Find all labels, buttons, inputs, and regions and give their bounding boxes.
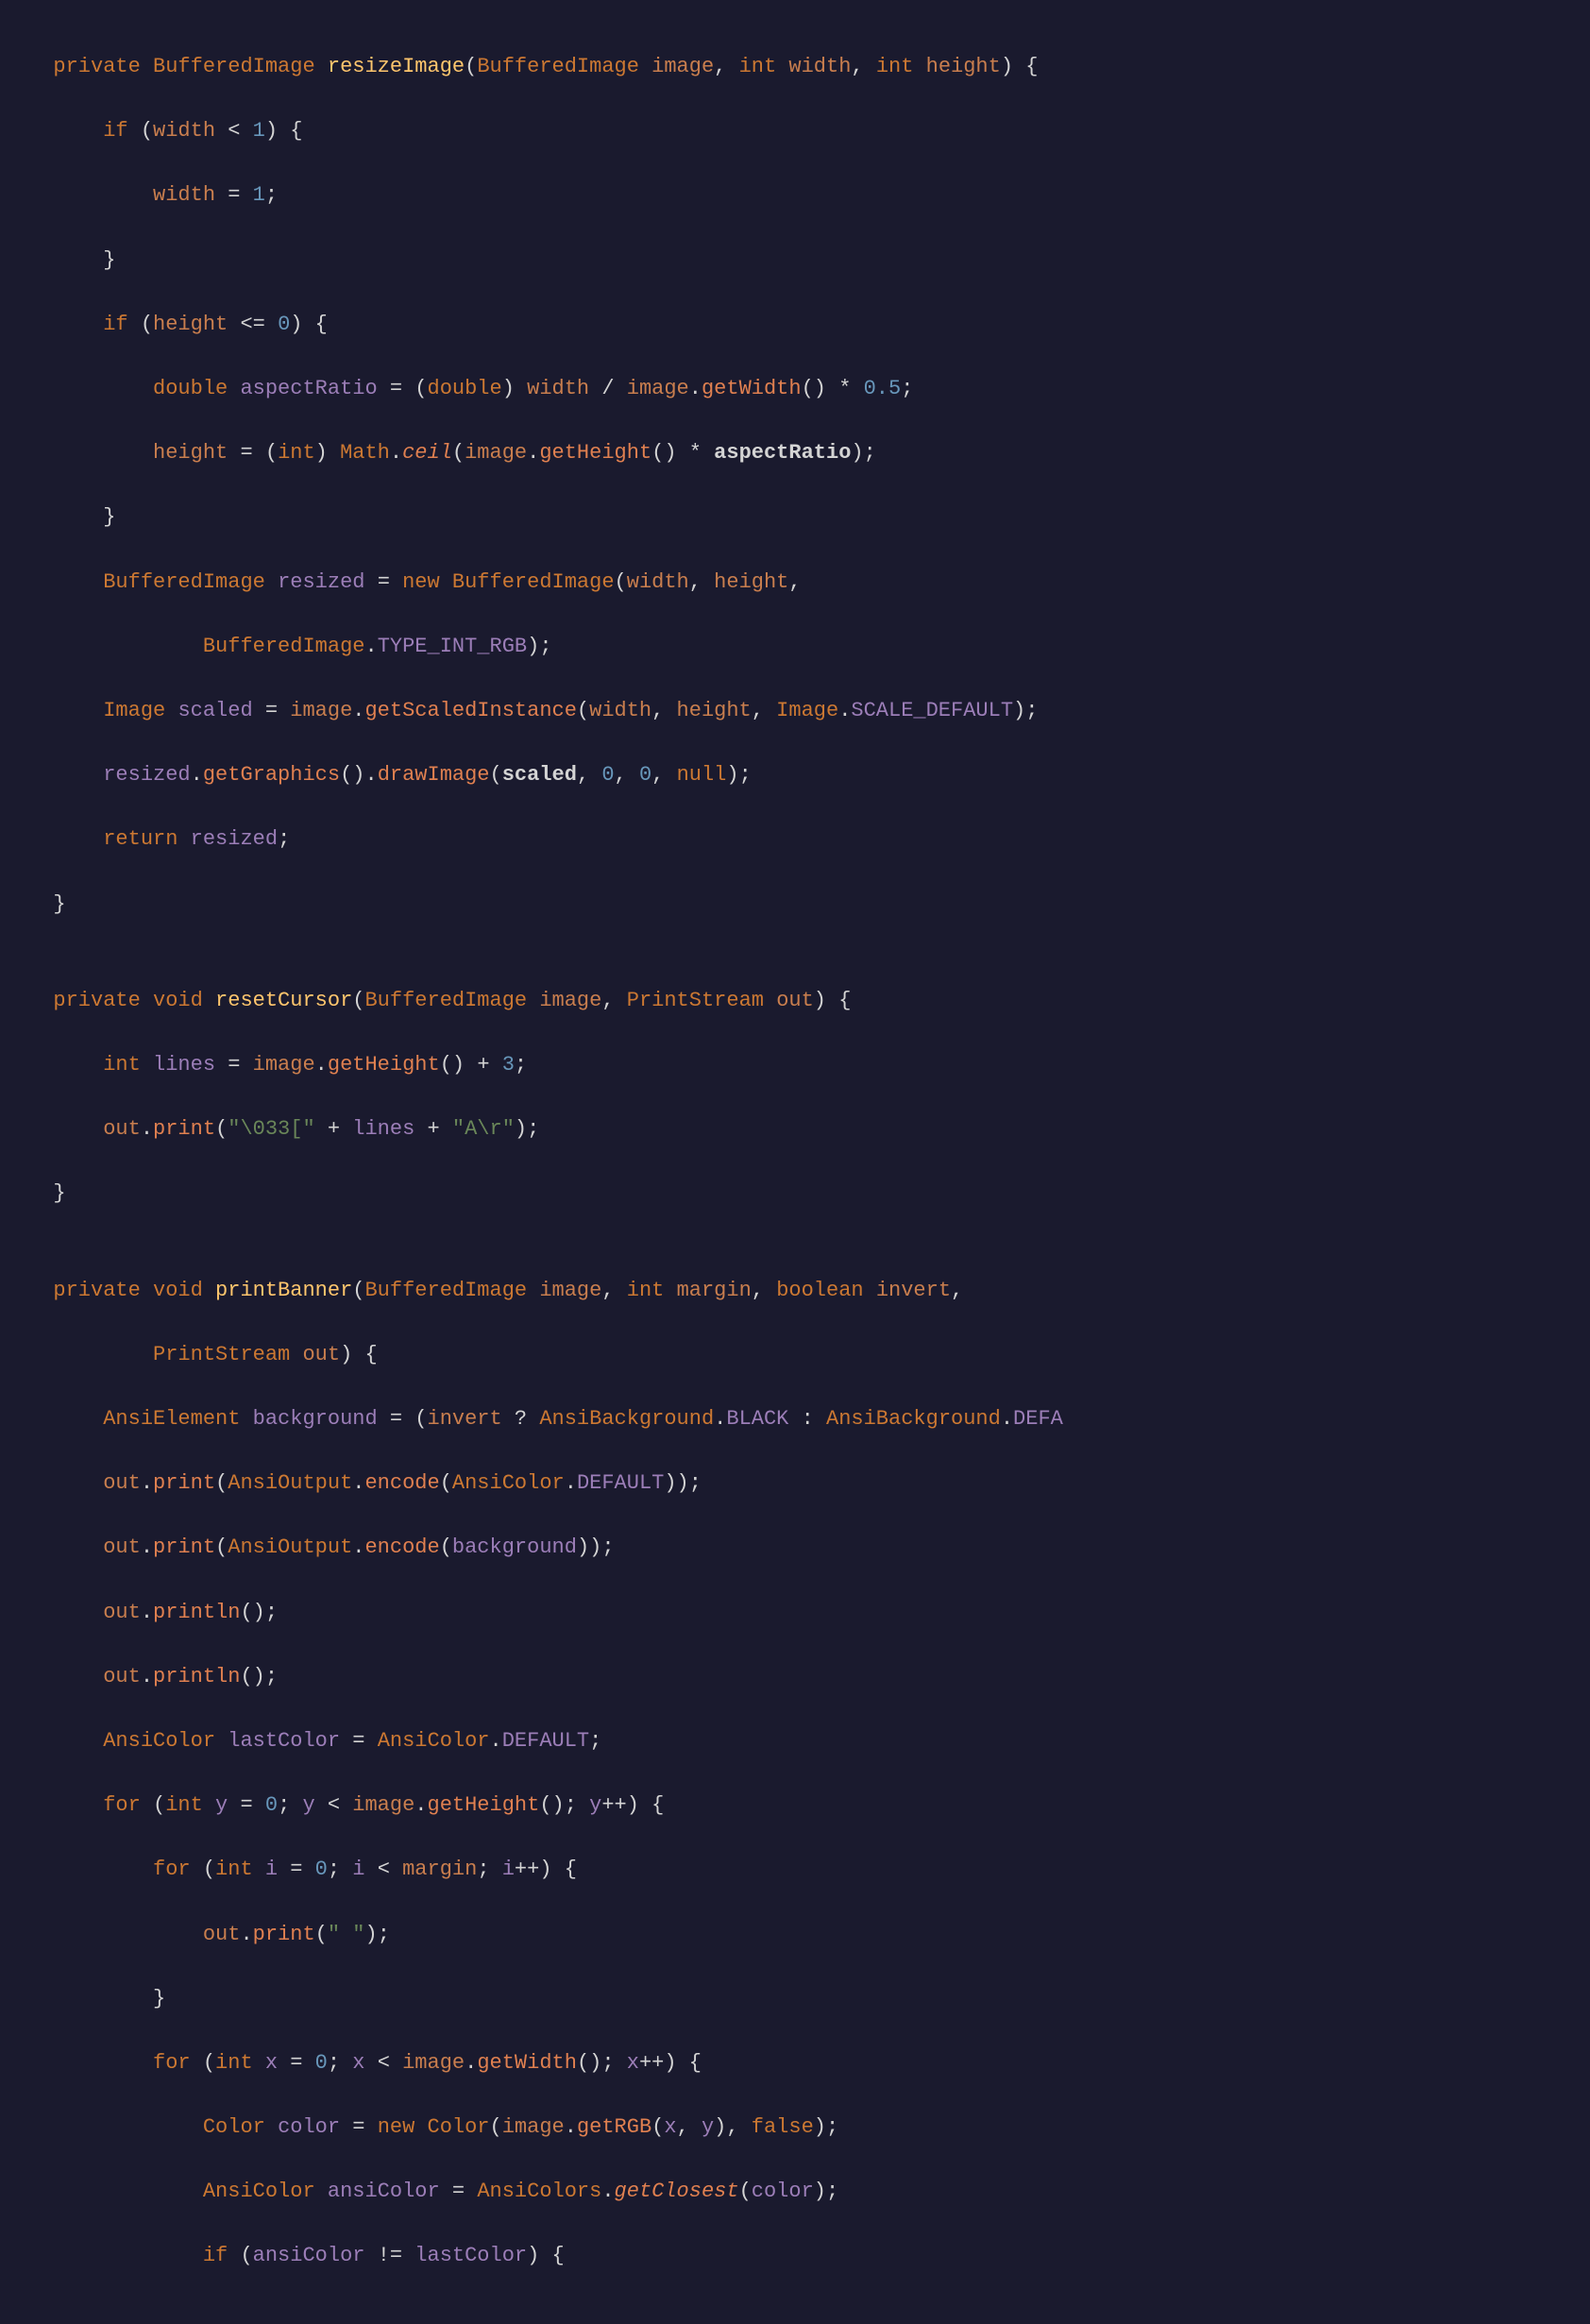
code-line: if (width < 1) { bbox=[28, 115, 1562, 147]
code-line: out.print(" "); bbox=[28, 1919, 1562, 1951]
code-line: Color color = new Color(image.getRGB(x, … bbox=[28, 2112, 1562, 2144]
code-line: width = 1; bbox=[28, 179, 1562, 212]
code-line: out.print("\033[" + lines + "A\r"); bbox=[28, 1113, 1562, 1145]
code-line: AnsiColor lastColor = AnsiColor.DEFAULT; bbox=[28, 1725, 1562, 1757]
code-line: int lines = image.getHeight() + 3; bbox=[28, 1049, 1562, 1081]
code-line: resized.getGraphics().drawImage(scaled, … bbox=[28, 759, 1562, 791]
code-line: AnsiColor ansiColor = AnsiColors.getClos… bbox=[28, 2176, 1562, 2208]
code-line: } bbox=[28, 1983, 1562, 2015]
code-line: } bbox=[28, 889, 1562, 921]
code-line: for (int x = 0; x < image.getWidth(); x+… bbox=[28, 2047, 1562, 2079]
code-line: private BufferedImage resizeImage(Buffer… bbox=[28, 51, 1562, 83]
code-line: BufferedImage resized = new BufferedImag… bbox=[28, 567, 1562, 599]
code-line: for (int i = 0; i < margin; i++) { bbox=[28, 1854, 1562, 1886]
code-line: height = (int) Math.ceil(image.getHeight… bbox=[28, 437, 1562, 469]
code-line: } bbox=[28, 245, 1562, 277]
code-line: private void resetCursor(BufferedImage i… bbox=[28, 985, 1562, 1017]
code-line: for (int y = 0; y < image.getHeight(); y… bbox=[28, 1790, 1562, 1822]
code-line: } bbox=[28, 501, 1562, 534]
code-line: if (ansiColor != lastColor) { bbox=[28, 2240, 1562, 2272]
code-line: if (height <= 0) { bbox=[28, 309, 1562, 341]
code-line: private void printBanner(BufferedImage i… bbox=[28, 1275, 1562, 1307]
code-line: out.print(AnsiOutput.encode(AnsiColor.DE… bbox=[28, 1467, 1562, 1500]
code-line: double aspectRatio = (double) width / im… bbox=[28, 373, 1562, 405]
code-line: out.println(); bbox=[28, 1661, 1562, 1693]
code-line: Image scaled = image.getScaledInstance(w… bbox=[28, 695, 1562, 727]
code-line: AnsiElement background = (invert ? AnsiB… bbox=[28, 1403, 1562, 1435]
code-line: return resized; bbox=[28, 823, 1562, 856]
code-line: BufferedImage.TYPE_INT_RGB); bbox=[28, 631, 1562, 663]
code-editor: private BufferedImage resizeImage(Buffer… bbox=[28, 19, 1562, 2305]
code-line: } bbox=[28, 1178, 1562, 1210]
code-line: PrintStream out) { bbox=[28, 1339, 1562, 1371]
code-line: out.print(AnsiOutput.encode(background))… bbox=[28, 1532, 1562, 1564]
code-line: out.println(); bbox=[28, 1597, 1562, 1629]
